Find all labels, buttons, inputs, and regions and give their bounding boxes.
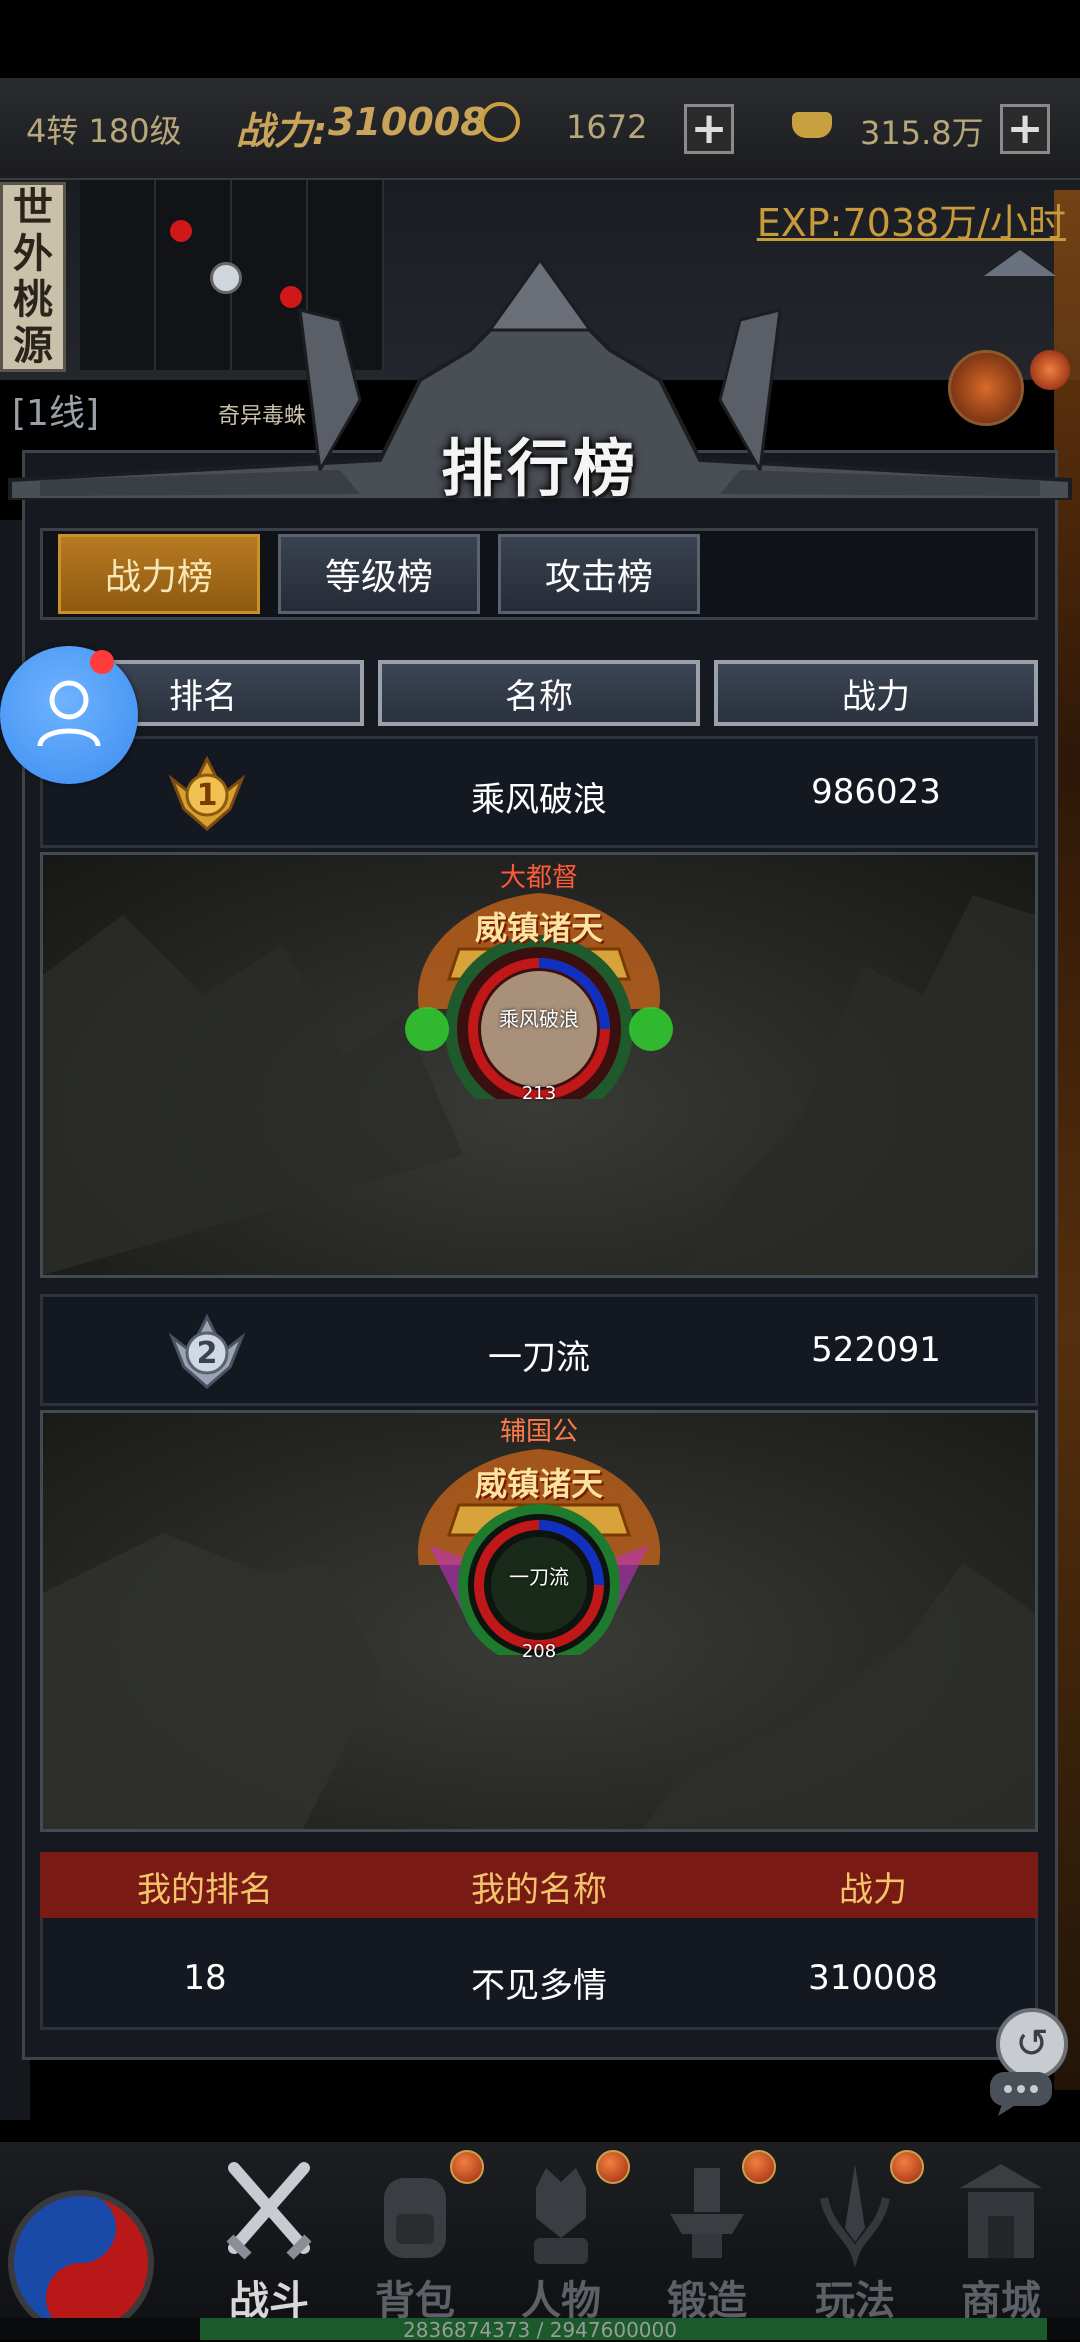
player-power: 522091 — [811, 1330, 941, 1370]
avatar-level: 208 — [521, 1641, 557, 1662]
my-name: 不见多情 — [471, 1966, 607, 2006]
user-float-button[interactable] — [0, 646, 138, 784]
add-coin-button[interactable]: + — [684, 104, 734, 154]
header-my-name: 我的名称 — [471, 1870, 607, 1910]
notification-dot — [90, 650, 114, 674]
user-icon — [37, 680, 101, 747]
coin-icon — [480, 102, 520, 142]
power-value: 310008 — [328, 100, 487, 144]
power-label: 战力: — [236, 109, 328, 153]
nav-badge — [596, 2150, 630, 2184]
badge-title: 威镇诸天 — [474, 1465, 603, 1503]
badge-title: 威镇诸天 — [474, 909, 603, 947]
gold-value: 315.8万 — [860, 114, 984, 152]
my-power: 310008 — [808, 1958, 938, 1998]
player-name: 一刀流 — [488, 1338, 590, 1378]
header-my-rank: 我的排名 — [137, 1870, 273, 1910]
nav-gameplay[interactable]: 玩法 — [786, 2144, 924, 2330]
coin-value: 1672 — [566, 108, 648, 146]
nav-character[interactable]: 人物 — [492, 2144, 630, 2330]
nav-battle[interactable]: 战斗 — [200, 2144, 338, 2330]
tab-attack[interactable]: 攻击榜 — [498, 534, 700, 614]
exp-progress-text: 2836874373 / 2947600000 — [403, 2318, 677, 2342]
nav-badge — [890, 2150, 924, 2184]
tab-power[interactable]: 战力榜 — [58, 534, 260, 614]
nav-backpack[interactable]: 背包 — [346, 2144, 484, 2330]
enemy-marker — [170, 220, 192, 242]
chat-icon[interactable] — [986, 2068, 1056, 2118]
player-showcase[interactable]: 辅国公 威镇诸天 一刀流 208 — [40, 1410, 1038, 1832]
header-power: 战力 — [714, 660, 1038, 726]
character-icon — [534, 2168, 588, 2264]
shop-gate-icon — [960, 2164, 1042, 2258]
player-level: 4转 180级 — [26, 112, 182, 150]
player-name: 乘风破浪 — [471, 780, 607, 820]
svg-text:2: 2 — [197, 1336, 218, 1371]
status-bar — [0, 0, 1080, 78]
yin-yang-orb[interactable] — [6, 2188, 156, 2338]
gold-medal-icon: 1 — [168, 755, 246, 831]
nav-forge[interactable]: 锻造 — [638, 2144, 776, 2330]
resource-bar: 4转 180级 战力: 310008 1672 + 315.8万 + — [0, 78, 1080, 180]
tab-level[interactable]: 等级榜 — [278, 534, 480, 614]
player-showcase[interactable]: 大都督 威镇诸天 乘风破浪 213 — [40, 852, 1038, 1278]
exp-rate-link[interactable]: EXP:7038万/小时 — [757, 192, 1066, 247]
backpack-icon — [384, 2178, 446, 2258]
silver-medal-icon: 2 — [168, 1313, 246, 1389]
my-rank: 18 — [183, 1958, 227, 1998]
sword-shield-icon — [820, 2164, 890, 2268]
nav-badge — [450, 2150, 484, 2184]
page-title: 排行榜 — [440, 432, 639, 505]
avatar-name: 一刀流 — [509, 1565, 569, 1589]
nav-badge — [742, 2150, 776, 2184]
crossed-swords-icon — [226, 2162, 312, 2260]
nav-shop[interactable]: 商城 — [932, 2144, 1070, 2330]
header-my-power: 战力 — [839, 1870, 907, 1910]
svg-text:1: 1 — [197, 778, 218, 813]
avatar-name: 乘风破浪 — [499, 1007, 579, 1031]
gold-ingot-icon — [792, 112, 832, 138]
anvil-icon — [670, 2168, 744, 2258]
avatar-level: 213 — [521, 1083, 557, 1104]
header-name: 名称 — [378, 660, 700, 726]
player-power: 986023 — [811, 772, 941, 812]
add-gold-button[interactable]: + — [1000, 104, 1050, 154]
